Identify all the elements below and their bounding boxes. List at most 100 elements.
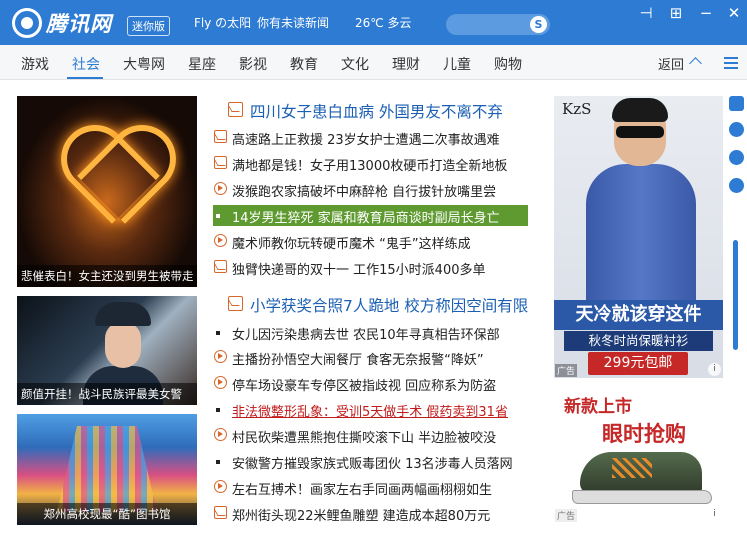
image-caption[interactable]: 悲催表白！女主还没到男生被带走 bbox=[17, 265, 197, 287]
news-item-text: 独臂快递哥的双十一 工作15小时派400多单 bbox=[232, 263, 486, 278]
ad-subtitle: 秋冬时尚保暖衬衫 bbox=[564, 331, 713, 351]
image-card-library[interactable]: 郑州高校现最“酷”图书馆 bbox=[17, 414, 197, 525]
news-item-highlighted[interactable]: 非法微整形乱象：受训5天做手术 假药卖到31省 bbox=[213, 399, 528, 420]
search-icon[interactable]: S bbox=[530, 16, 547, 33]
minimize-button[interactable]: − bbox=[693, 2, 719, 24]
news-item-text: 非法微整形乱象：受训5天做手术 假药卖到31省 bbox=[232, 405, 508, 420]
news-item-text: 主播扮孙悟空大闹餐厅 食客无奈报警“降妖” bbox=[232, 353, 484, 368]
add-window-icon[interactable]: ⊞ bbox=[663, 2, 689, 24]
news-item-text: 满地都是钱！女子用13000枚硬币打造全新地板 bbox=[232, 159, 508, 174]
ad-slogan: 天冷就该穿这件 bbox=[554, 300, 723, 330]
image-news-icon bbox=[214, 156, 227, 169]
weather-info[interactable]: 26℃ 多云 bbox=[355, 14, 412, 31]
bullet-icon bbox=[216, 331, 220, 335]
news-item[interactable]: 高速路上正救援 23岁女护士遭遇二次事故遇难 bbox=[213, 127, 528, 148]
image-news-icon bbox=[228, 102, 243, 117]
news-item[interactable]: 左右互搏术！画家左右手同画两幅画栩栩如生 bbox=[213, 477, 528, 498]
news-item-text: 高速路上正救援 23岁女护士遭遇二次事故遇难 bbox=[232, 133, 500, 148]
tab-society[interactable]: 社会 bbox=[72, 54, 100, 74]
video-play-icon bbox=[214, 480, 227, 493]
candle-heart-image bbox=[57, 132, 167, 222]
news-item[interactable]: 独臂快递哥的双十一 工作15小时派400多单 bbox=[213, 257, 528, 278]
news-item[interactable]: 停车场设豪车专停区被指歧视 回应称系为防盗 bbox=[213, 373, 528, 394]
library-image bbox=[57, 426, 157, 512]
news-item[interactable]: 女儿因污染患病去世 农民10年寻真相告环保部 bbox=[213, 322, 528, 343]
chevron-up-icon[interactable] bbox=[689, 57, 702, 70]
unread-news-link[interactable]: 你有未读新闻 bbox=[257, 14, 329, 31]
return-button[interactable]: 返回 bbox=[658, 54, 684, 73]
video-icon[interactable] bbox=[729, 150, 744, 165]
mail-icon[interactable] bbox=[729, 96, 744, 111]
ad-label: 广告 bbox=[555, 509, 578, 522]
brand-title: 腾讯网 bbox=[46, 12, 112, 36]
image-card-policewoman[interactable]: 颜值开挂！战斗民族评最美女警 bbox=[17, 296, 197, 405]
ad-info-icon[interactable]: i bbox=[708, 363, 721, 376]
settings-icon[interactable] bbox=[729, 178, 744, 193]
video-play-icon bbox=[214, 428, 227, 441]
ad-label: 广告 bbox=[555, 364, 578, 377]
mini-version-badge: 迷你版 bbox=[127, 16, 170, 36]
tab-horoscope[interactable]: 星座 bbox=[188, 54, 216, 74]
tab-dayue[interactable]: 大粤网 bbox=[123, 54, 165, 74]
image-caption[interactable]: 颜值开挂！战斗民族评最美女警 bbox=[17, 383, 197, 405]
tencent-logo-icon bbox=[12, 8, 42, 38]
news-item[interactable]: 满地都是钱！女子用13000枚硬币打造全新地板 bbox=[213, 153, 528, 174]
qq-icon[interactable] bbox=[729, 122, 744, 137]
ad-headline: 新款上市 bbox=[564, 397, 632, 417]
news-item-text: 女儿因污染患病去世 农民10年寻真相告环保部 bbox=[232, 328, 500, 343]
ad-brand-logo: KzS bbox=[562, 100, 592, 118]
tab-film-tv[interactable]: 影视 bbox=[239, 54, 267, 74]
ad-slogan: 眼时抢购 bbox=[602, 422, 686, 446]
news-item[interactable]: 魔术师教你玩转硬币魔术 “鬼手”这样练成 bbox=[213, 231, 528, 252]
news-item-text: 郑州街头现22米鲤鱼雕塑 建造成本超80万元 bbox=[232, 509, 491, 524]
bullet-icon bbox=[216, 460, 220, 464]
pin-icon[interactable]: ⊣ bbox=[633, 2, 659, 24]
title-bar: 腾讯网 迷你版 Fly の太阳 你有未读新闻 26℃ 多云 S ⊣ ⊞ − ✕ bbox=[0, 0, 747, 45]
image-news-icon bbox=[228, 296, 243, 311]
image-caption[interactable]: 郑州高校现最“酷”图书馆 bbox=[17, 503, 197, 525]
image-news-icon bbox=[214, 130, 227, 143]
tab-finance[interactable]: 理财 bbox=[392, 54, 420, 74]
news-item-text: 村民砍柴遭黑熊抱住撕咬滚下山 半边脸被咬没 bbox=[232, 431, 497, 446]
ad-price-tag: 299元包邮 bbox=[588, 352, 688, 375]
headline-text: 小学获奖合照7人跪地 校方称因空间有限 bbox=[250, 297, 529, 315]
image-news-icon bbox=[214, 260, 227, 273]
news-item-text: 泼猴跑农家搞破坏中麻醉枪 自行拔针放嘴里尝 bbox=[232, 185, 497, 200]
tab-games[interactable]: 游戏 bbox=[21, 54, 49, 74]
model-image bbox=[586, 98, 696, 314]
video-play-icon bbox=[214, 350, 227, 363]
shoe-advertisement[interactable]: 新款上市 眼时抢购 广告 i bbox=[554, 384, 723, 523]
shirt-advertisement[interactable]: KzS 天冷就该穿这件 秋冬时尚保暖衬衫 299元包邮 广告 i bbox=[554, 96, 723, 378]
news-item-selected[interactable]: 14岁男生猝死 家属和教育局商谈时副局长身亡 bbox=[213, 205, 528, 226]
headline-text: 四川女子患白血病 外国男友不离不弃 bbox=[250, 103, 503, 121]
news-item-text: 安徽警方摧毁家族式贩毒团伙 13名涉毒人员落网 bbox=[232, 457, 513, 472]
bullet-icon bbox=[216, 214, 220, 218]
news-item[interactable]: 郑州街头现22米鲤鱼雕塑 建造成本超80万元 bbox=[213, 503, 528, 524]
scrollbar[interactable] bbox=[733, 240, 738, 350]
image-card-confession[interactable]: 悲催表白！女主还没到男生被带走 bbox=[17, 96, 197, 287]
video-play-icon bbox=[214, 376, 227, 389]
tab-shopping[interactable]: 购物 bbox=[494, 54, 522, 74]
video-play-icon bbox=[214, 234, 227, 247]
tab-children[interactable]: 儿童 bbox=[443, 54, 471, 74]
news-item[interactable]: 村民砍柴遭黑熊抱住撕咬滚下山 半边脸被咬没 bbox=[213, 425, 528, 446]
news-item[interactable]: 主播扮孙悟空大闹餐厅 食客无奈报警“降妖” bbox=[213, 347, 528, 368]
category-nav: 游戏 社会 大粤网 星座 影视 教育 文化 理财 儿童 购物 返回 bbox=[0, 45, 747, 80]
news-item-text: 魔术师教你玩转硬币魔术 “鬼手”这样练成 bbox=[232, 237, 471, 252]
ad-info-icon[interactable]: i bbox=[708, 508, 721, 521]
active-tab-indicator bbox=[67, 77, 103, 79]
news-item[interactable]: 安徽警方摧毁家族式贩毒团伙 13名涉毒人员落网 bbox=[213, 451, 528, 472]
tab-culture[interactable]: 文化 bbox=[341, 54, 369, 74]
video-play-icon bbox=[214, 182, 227, 195]
username-link[interactable]: Fly の太阳 bbox=[194, 14, 251, 31]
shoe-image bbox=[572, 452, 712, 508]
menu-icon[interactable] bbox=[724, 57, 738, 69]
search-input[interactable]: S bbox=[446, 14, 550, 35]
tab-education[interactable]: 教育 bbox=[290, 54, 318, 74]
close-button[interactable]: ✕ bbox=[721, 2, 747, 24]
bullet-icon bbox=[216, 408, 220, 412]
news-item-text: 停车场设豪车专停区被指歧视 回应称系为防盗 bbox=[232, 379, 497, 394]
news-item[interactable]: 泼猴跑农家搞破坏中麻醉枪 自行拔针放嘴里尝 bbox=[213, 179, 528, 200]
news-item-text: 14岁男生猝死 家属和教育局商谈时副局长身亡 bbox=[232, 211, 500, 226]
image-news-icon bbox=[214, 506, 227, 519]
